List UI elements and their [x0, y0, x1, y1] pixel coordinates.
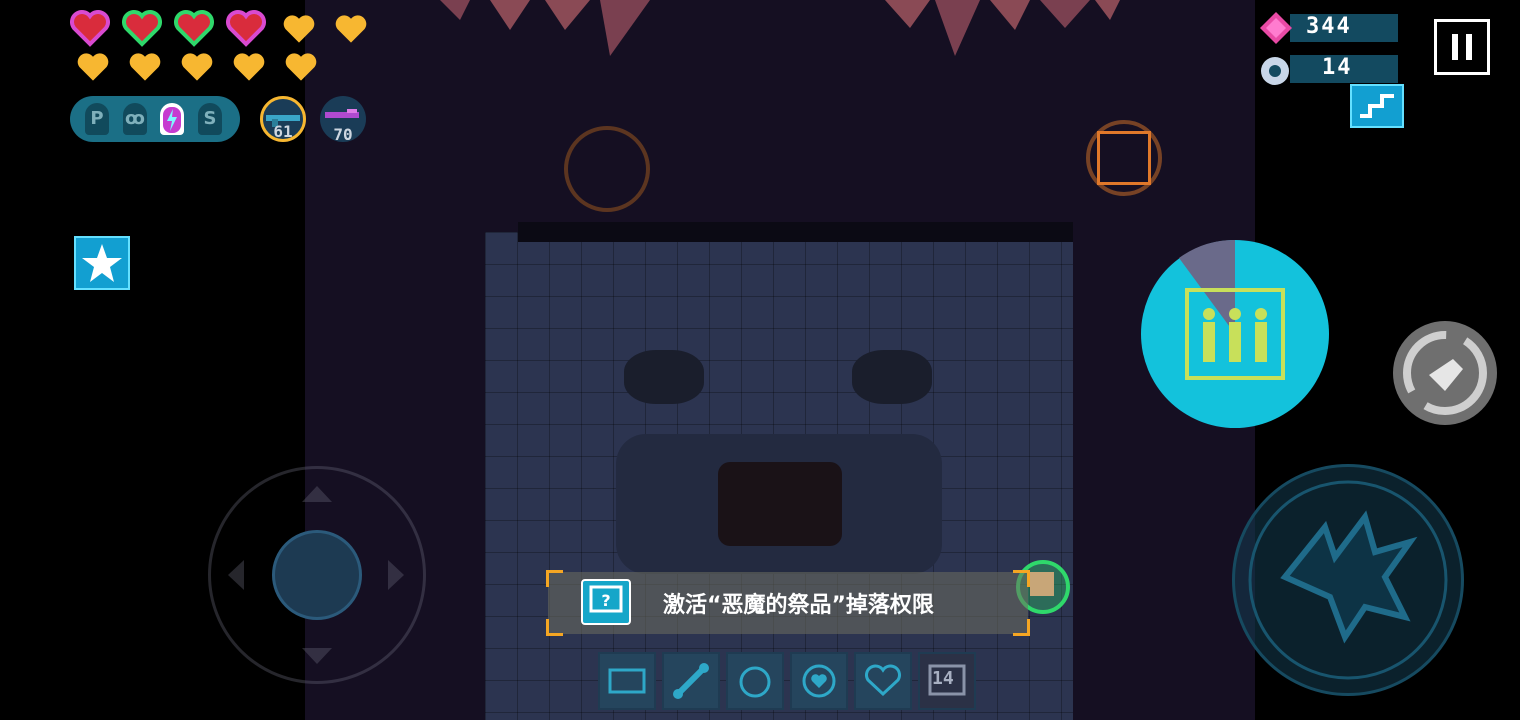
item-slot-shield[interactable]: [790, 652, 848, 710]
buff-bar: P ꝏ S: [70, 96, 240, 142]
weapon-slot-secondary[interactable]: 70: [320, 96, 366, 144]
parts-count: 14: [1322, 55, 1353, 80]
joystick-knob[interactable]: [272, 530, 362, 620]
map-icon: [1360, 94, 1394, 118]
mystery-box-icon: ?: [581, 579, 631, 625]
item-slot-fence[interactable]: [598, 652, 656, 710]
fence-icon: [608, 668, 646, 694]
banner-corner: [546, 619, 563, 636]
swap-icon: [1403, 331, 1487, 415]
player-sprite: [1030, 572, 1054, 596]
weapon-slot-primary[interactable]: 61: [260, 96, 306, 142]
minimap-button[interactable]: [1350, 84, 1404, 128]
arrow-right-icon: [388, 560, 404, 590]
gold-heart-icon: [181, 53, 213, 81]
floor-crack-left: [624, 350, 704, 404]
gold-heart-icon: [285, 53, 317, 81]
skill-button[interactable]: [1141, 239, 1329, 428]
floor-edge: [518, 222, 1073, 242]
gem-icon: [1260, 12, 1292, 44]
skill-cooldown-icon: [1179, 239, 1285, 380]
banner-corner: [1013, 570, 1030, 587]
summoning-circle: [718, 462, 842, 546]
bone-icon: [673, 663, 709, 699]
banner-corner: [1013, 619, 1030, 636]
buff-p: P: [85, 103, 109, 135]
floor-crack-right: [852, 350, 932, 404]
item-slot-heart[interactable]: [854, 652, 912, 710]
item-slot-stack[interactable]: 14: [918, 652, 976, 710]
ember-ring: [564, 126, 650, 212]
mask-icon: [739, 666, 771, 698]
arrow-up-icon: [302, 486, 332, 502]
gold-heart-icon: [129, 53, 161, 81]
ceiling-spikes: [440, 0, 1120, 56]
armor-heart-icon: [174, 10, 214, 47]
heart-shield-icon: [802, 664, 836, 698]
lightning-icon: [163, 107, 181, 133]
pause-button[interactable]: [1434, 19, 1490, 75]
material-icon: [1261, 57, 1289, 85]
gold-heart-icon: [335, 15, 367, 43]
svg-text:?: ?: [601, 591, 610, 610]
arrow-left-icon: [228, 560, 244, 590]
attack-button[interactable]: [1232, 464, 1464, 696]
item-slot-mask[interactable]: [726, 652, 784, 710]
blaster-icon: [325, 109, 359, 118]
banner-corner: [546, 570, 563, 587]
gem-count: 344: [1306, 14, 1352, 39]
item-stack-count: 14: [932, 668, 954, 689]
gold-heart-icon: [233, 53, 265, 81]
gold-heart-icon: [77, 53, 109, 81]
weapon-ammo-count: 70: [333, 125, 353, 144]
armor-heart-icon: [122, 10, 162, 47]
buff-energy: [160, 103, 184, 135]
swap-weapon-button[interactable]: [1393, 321, 1497, 425]
star-icon: [82, 244, 122, 282]
notification-banner: ? 激活“恶魔的祭品”掉落权限: [546, 570, 1030, 636]
buff-infinity: ꝏ: [123, 103, 147, 135]
item-slot-bone[interactable]: [662, 652, 720, 710]
weapon-ammo-count: 61: [273, 122, 293, 141]
gold-heart-icon: [283, 15, 315, 43]
broken-heart-icon: [865, 664, 901, 697]
arrow-down-icon: [302, 648, 332, 664]
attack-icon: [1248, 480, 1448, 680]
pause-icon: [1452, 34, 1472, 60]
buff-s: S: [198, 103, 222, 135]
armor-heart-icon: [70, 10, 110, 47]
ember-target-marker: [1097, 131, 1151, 185]
armor-heart-icon: [226, 10, 266, 47]
notification-text: 激活“恶魔的祭品”掉落权限: [663, 593, 934, 618]
talent-star-button[interactable]: [74, 236, 130, 290]
